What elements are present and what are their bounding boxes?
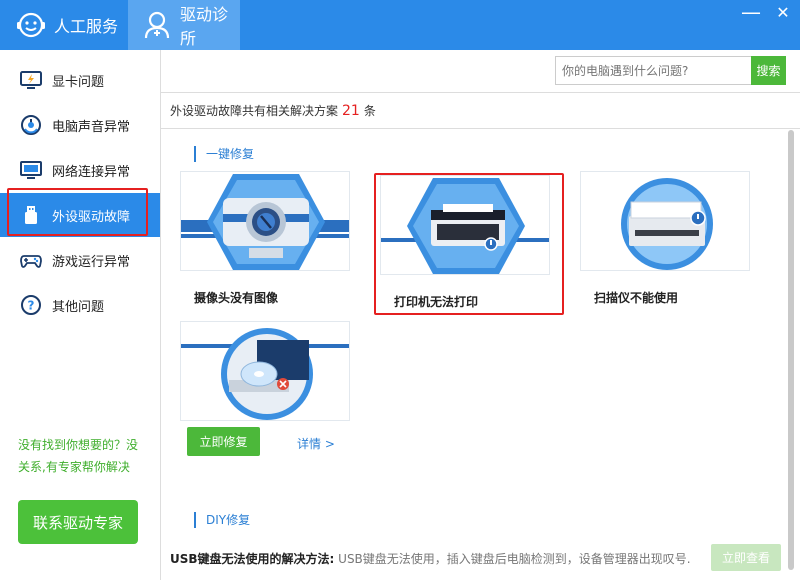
scrollbar[interactable] — [786, 130, 796, 580]
search-input[interactable] — [555, 56, 751, 85]
summary-suffix: 条 — [363, 104, 376, 118]
tab-driver-clinic[interactable]: 驱动诊所 — [128, 0, 240, 50]
card-webcam[interactable]: 摄像头没有图像 — [180, 171, 350, 305]
card-label: 摄像头没有图像 — [194, 291, 279, 305]
webcam-icon — [180, 171, 350, 271]
sidebar-item-label: 游戏运行异常 — [52, 254, 131, 270]
section-title-diy: DIY修复 — [194, 512, 250, 528]
view-now-button[interactable]: 立即查看 — [711, 544, 781, 571]
scanner-icon — [580, 171, 750, 271]
diy-solution-title: USB键盘无法使用的解决方法: — [170, 552, 335, 566]
highlight-box — [374, 173, 564, 315]
card-scanner[interactable]: 扫描仪不能使用 — [580, 171, 750, 305]
sidebar-item-label: 网络连接异常 — [52, 164, 131, 180]
solution-summary: 外设驱动故障共有相关解决方案 21 条 — [170, 102, 376, 119]
card-disc-drive[interactable] — [180, 321, 350, 421]
tab-human-service[interactable]: 人工服务 — [16, 0, 118, 50]
title-bar: 人工服务 驱动诊所 — ✕ — [0, 0, 800, 50]
sidebar-item-other[interactable]: ? 其他问题 — [0, 283, 160, 327]
diy-solution-text: USB键盘无法使用，插入键盘后电脑检测到，设备管理器出现叹号... — [334, 552, 690, 566]
sidebar-item-network[interactable]: 网络连接异常 — [0, 148, 160, 192]
svg-text:?: ? — [28, 299, 35, 313]
question-icon: ? — [20, 294, 42, 316]
monitor-icon — [20, 159, 42, 181]
disc-drive-icon — [180, 321, 350, 421]
solution-count: 21 — [342, 103, 360, 119]
search-button[interactable]: 搜索 — [751, 56, 786, 85]
tab-label: 驱动诊所 — [180, 5, 229, 48]
sidebar-item-label: 电脑声音异常 — [52, 119, 131, 135]
divider — [161, 128, 800, 129]
sidebar-item-gpu[interactable]: 显卡问题 — [0, 58, 160, 102]
speaker-icon — [20, 114, 42, 136]
sidebar-item-label: 其他问题 — [52, 299, 105, 315]
sidebar-item-label: 显卡问题 — [52, 74, 105, 90]
sidebar: 显卡问题 电脑声音异常 网络连接异常 外设驱动故障 游戏运行异常 ? 其他问题 … — [0, 50, 161, 580]
doctor-icon — [142, 10, 172, 40]
minimize-button[interactable]: — — [740, 0, 762, 24]
card-label: 扫描仪不能使用 — [594, 291, 679, 305]
sidebar-hint: 没有找到你想要的？没关系,有专家帮你解决 — [18, 438, 139, 474]
fix-now-button[interactable]: 立即修复 — [187, 427, 260, 456]
scrollbar-thumb[interactable] — [788, 130, 794, 570]
contact-expert-button[interactable]: 联系驱动专家 — [18, 500, 138, 544]
section-title-one-click: 一键修复 — [194, 146, 254, 162]
gamepad-icon — [20, 249, 42, 271]
sidebar-item-sound[interactable]: 电脑声音异常 — [0, 103, 160, 147]
summary-prefix: 外设驱动故障共有相关解决方案 — [170, 104, 339, 118]
sidebar-item-game[interactable]: 游戏运行异常 — [0, 238, 160, 282]
details-link[interactable]: 详情 > — [297, 435, 335, 452]
tab-label: 人工服务 — [54, 17, 119, 36]
diy-solution-row[interactable]: USB键盘无法使用的解决方法: USB键盘无法使用，插入键盘后电脑检测到，设备管… — [170, 550, 690, 567]
divider — [161, 92, 800, 93]
gpu-icon — [20, 69, 42, 91]
headset-icon — [16, 10, 46, 40]
close-button[interactable]: ✕ — [772, 3, 794, 22]
highlight-box — [7, 188, 148, 236]
